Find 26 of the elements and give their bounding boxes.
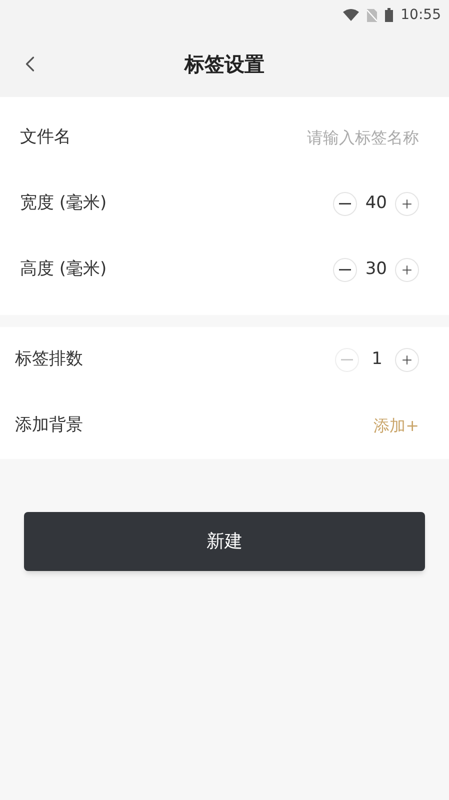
plus-icon [400, 353, 414, 367]
plus-icon [400, 263, 414, 277]
stepper-value: 1 [370, 348, 384, 372]
row-label: 高度 (毫米) [20, 258, 107, 282]
decrease-button[interactable] [333, 258, 358, 282]
name-input-field[interactable]: 请输入标签名称 [249, 126, 419, 150]
plus-icon [400, 197, 414, 211]
create-button[interactable]: 新建 [24, 512, 425, 571]
minus-icon [339, 203, 352, 205]
wifi-icon [342, 9, 359, 21]
stepper-value: 30 [365, 258, 387, 282]
increase-button[interactable] [395, 258, 419, 282]
no-sim-icon [366, 8, 377, 22]
status-time: 10:55 [400, 6, 441, 24]
increase-button[interactable] [395, 348, 419, 372]
row-label: 宽度 (毫米) [20, 192, 107, 216]
row-label: 添加背景 [15, 414, 83, 438]
row-label: 文件名 [20, 126, 71, 150]
page-title: 标签设置 [184, 50, 264, 78]
stepper-value: 40 [365, 192, 387, 216]
row-label: 标签排数 [15, 348, 83, 372]
minus-icon [339, 269, 352, 271]
increase-button[interactable] [395, 192, 419, 216]
minus-icon [341, 359, 353, 361]
battery-icon [384, 8, 393, 22]
decrease-button[interactable] [333, 192, 358, 216]
